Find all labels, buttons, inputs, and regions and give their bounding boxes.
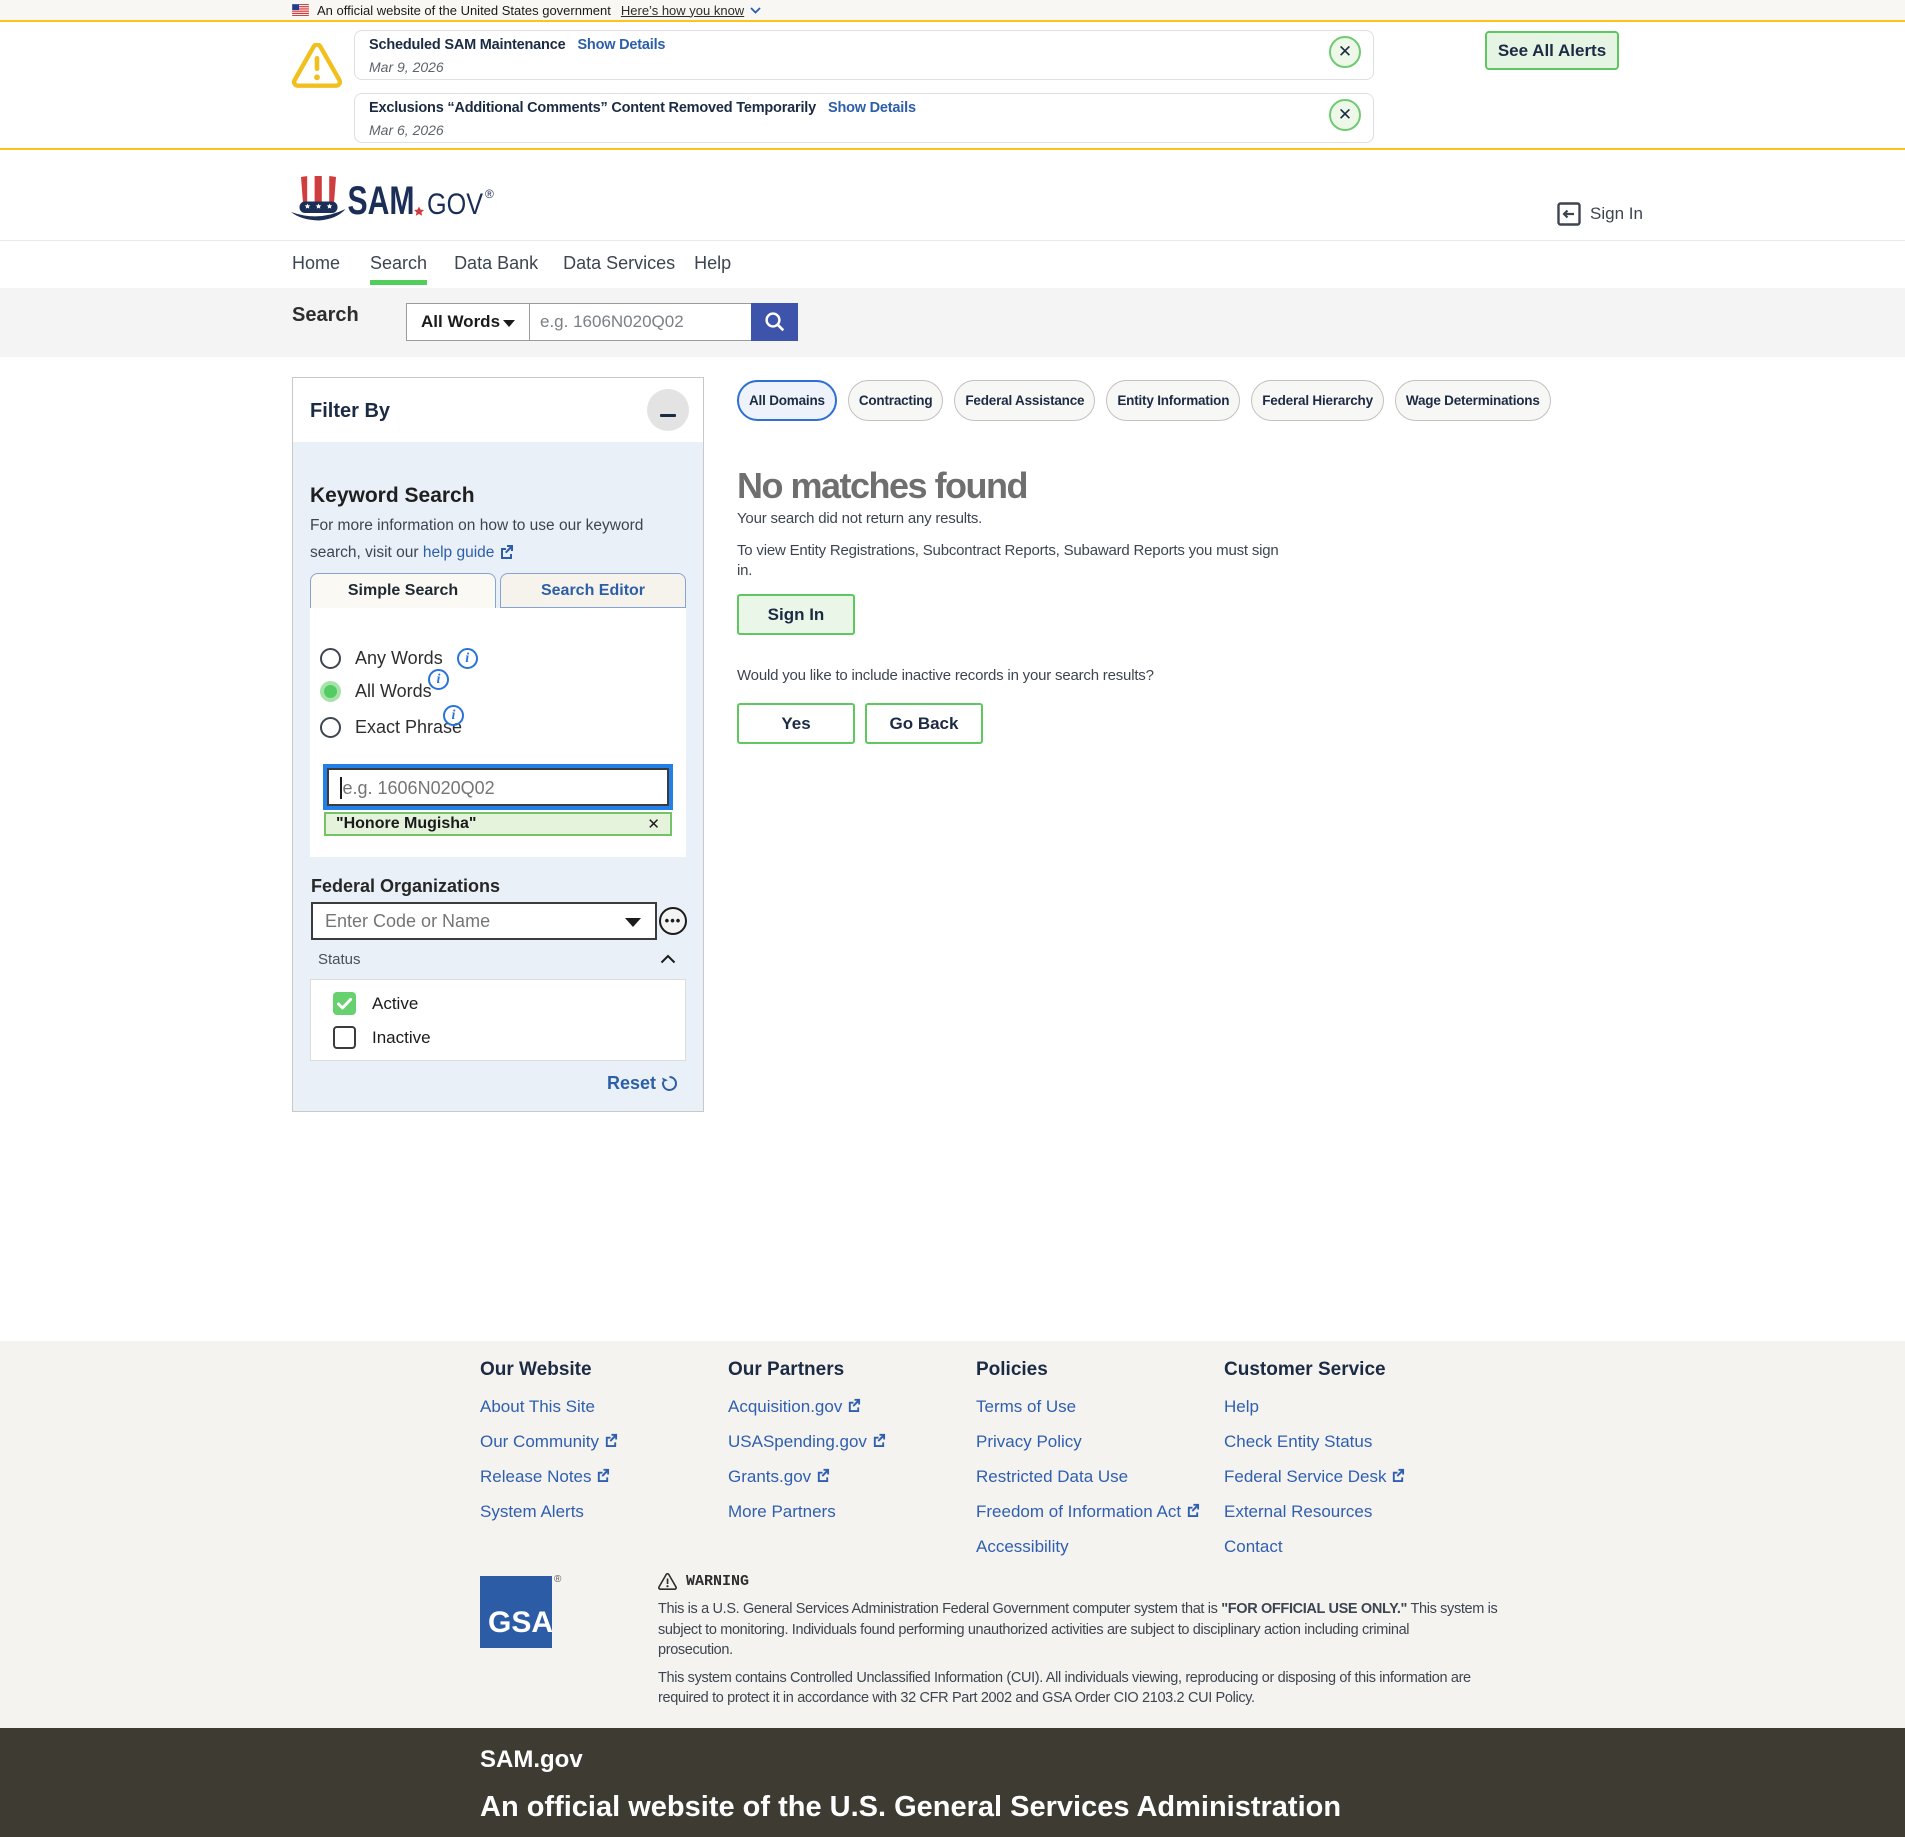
svg-text:GSA: GSA [488, 1606, 553, 1639]
svg-text:GOV: GOV [427, 188, 483, 221]
svg-text:SAM: SAM [348, 179, 415, 223]
svg-text:®: ® [485, 187, 494, 201]
svg-text:®: ® [554, 1574, 562, 1585]
